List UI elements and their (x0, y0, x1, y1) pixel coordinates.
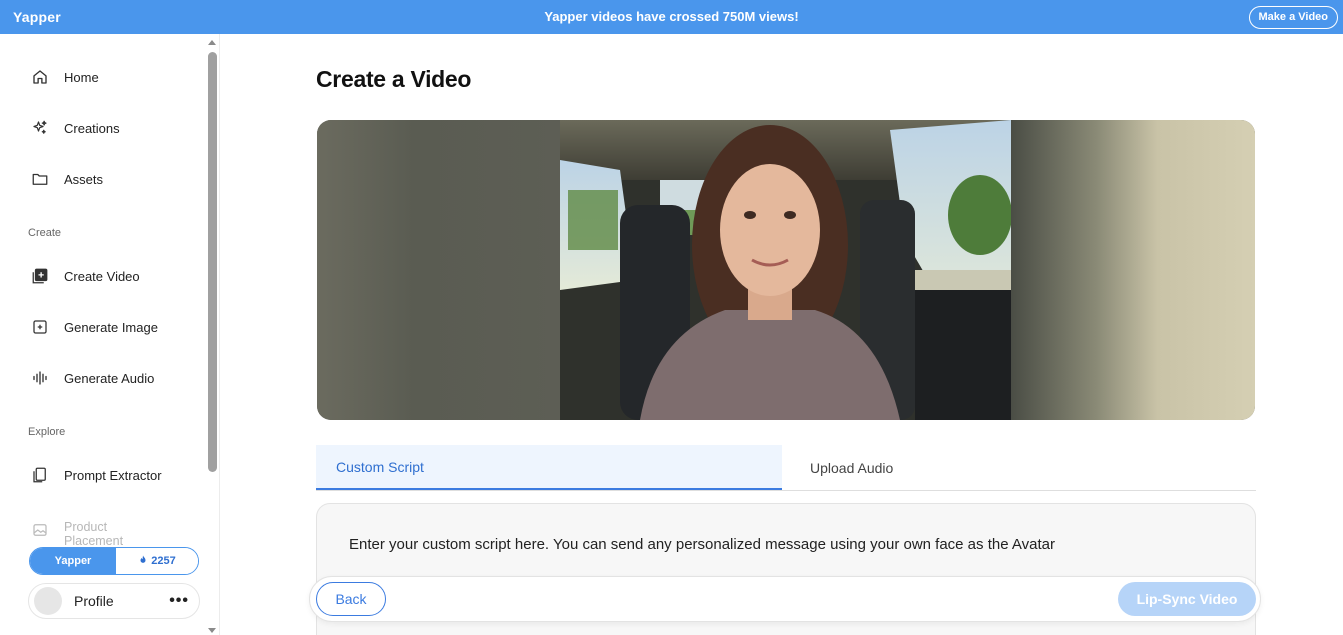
sidebar-item-label: Prompt Extractor (64, 467, 162, 483)
profile-name: Profile (74, 593, 114, 609)
scroll-down-arrow-icon[interactable] (208, 628, 216, 633)
more-options-icon[interactable]: ••• (169, 592, 189, 610)
scrollbar-thumb[interactable] (208, 52, 217, 472)
script-source-tabs: Custom Script Upload Audio (316, 445, 1256, 491)
sidebar-item-prompt-extractor[interactable]: Prompt Extractor (30, 463, 162, 487)
preview-blur-left (317, 120, 560, 420)
back-button[interactable]: Back (316, 582, 386, 616)
announcement-text: Yapper videos have crossed 750M views! (544, 9, 799, 24)
sparkles-icon (30, 118, 50, 138)
plan-badge[interactable]: Yapper (30, 548, 116, 574)
copy-doc-icon (30, 465, 50, 485)
sidebar-item-label: Generate Image (64, 319, 158, 335)
sidebar-item-label: Create Video (64, 268, 140, 284)
script-placeholder: Enter your custom script here. You can s… (349, 536, 1055, 553)
preview-blur-right (1011, 120, 1255, 420)
sidebar-item-label: Home (64, 69, 99, 85)
sidebar-item-label: Assets (64, 171, 104, 187)
announcement-bar: Yapper Yapper videos have crossed 750M v… (0, 0, 1343, 34)
tab-custom-script[interactable]: Custom Script (316, 445, 782, 490)
sidebar-item-home[interactable]: Home (30, 65, 99, 89)
scroll-up-arrow-icon[interactable] (208, 40, 216, 45)
image-icon (30, 520, 50, 540)
section-label-explore: Explore (28, 426, 66, 438)
sidebar-item-assets[interactable]: Assets (30, 167, 103, 191)
sidebar-item-product-placement[interactable]: Product Placement (30, 520, 144, 550)
home-icon (30, 67, 50, 87)
action-bar: Back Lip-Sync Video (309, 576, 1261, 622)
avatar-preview (317, 120, 1255, 420)
sidebar-item-creations[interactable]: Creations (30, 116, 120, 140)
folder-icon (30, 169, 50, 189)
lip-sync-video-button[interactable]: Lip-Sync Video (1118, 582, 1256, 616)
sidebar-item-label: Generate Audio (64, 370, 155, 386)
page-title: Create a Video (316, 66, 472, 92)
sidebar-item-label: Creations (64, 120, 120, 136)
sidebar-item-label: Product Placement (64, 520, 124, 548)
sidebar-item-create-video[interactable]: Create Video (30, 264, 140, 288)
sidebar: Home Creations Assets Create Create Vide… (0, 34, 220, 635)
waveform-icon (30, 368, 50, 388)
credits-badge[interactable]: 2257 (116, 548, 198, 574)
avatar-video-frame (560, 120, 1012, 420)
plan-credits-pill[interactable]: Yapper 2257 (29, 547, 199, 575)
image-plus-icon (30, 317, 50, 337)
profile-button[interactable]: Profile ••• (28, 583, 200, 619)
sidebar-scrollbar[interactable] (206, 40, 218, 635)
flame-icon (138, 554, 148, 568)
sidebar-item-generate-image[interactable]: Generate Image (30, 315, 158, 339)
tab-upload-audio[interactable]: Upload Audio (810, 445, 893, 490)
add-video-icon (30, 266, 50, 286)
avatar (34, 587, 62, 615)
sidebar-item-generate-audio[interactable]: Generate Audio (30, 366, 154, 390)
section-label-create: Create (28, 227, 62, 239)
credits-count: 2257 (151, 555, 176, 567)
make-a-video-button[interactable]: Make a Video (1248, 6, 1338, 29)
